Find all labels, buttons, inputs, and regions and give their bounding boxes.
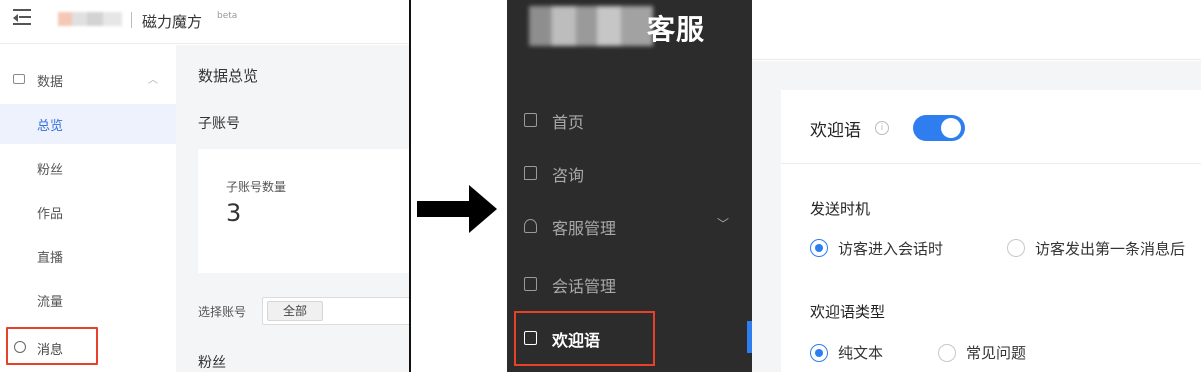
- nav-group-data[interactable]: 数据 ︿: [0, 61, 176, 101]
- send-timing-label: 发送时机: [810, 200, 871, 218]
- welcome-settings-card: 欢迎语 i 发送时机 访客进入会话时 访客发出第一条消息后 欢迎语类型 纯文本 …: [781, 90, 1201, 372]
- account-select-label: 选择账号: [198, 305, 247, 319]
- transition-arrow: [411, 0, 507, 372]
- welcome-type-label: 欢迎语类型: [810, 303, 886, 321]
- sub-account-count-value: 3: [226, 199, 242, 227]
- toggle-knob: [941, 118, 961, 138]
- right-arrow-icon: [417, 185, 497, 233]
- chevron-down-icon: ﹀: [717, 217, 730, 231]
- sidebar-item-agent-management[interactable]: 客服管理 ﹀: [507, 206, 752, 246]
- info-icon[interactable]: i: [875, 121, 889, 135]
- home-icon: [524, 113, 537, 127]
- page-title: 数据总览: [198, 67, 259, 85]
- brand-name: 磁力魔方: [142, 13, 203, 31]
- sidebar-item-consult[interactable]: 咨询: [507, 153, 752, 193]
- sidebar-item-traffic[interactable]: 流量: [0, 280, 176, 320]
- monitor-icon: [13, 74, 25, 84]
- agents-icon: [524, 219, 537, 233]
- welcome-title: 欢迎语: [810, 121, 861, 141]
- nav-group-label: 数据: [37, 75, 64, 90]
- logo-divider: [131, 12, 132, 28]
- left-header: 磁力魔方 beta: [0, 0, 409, 44]
- left-main-content: 数据总览 子账号 子账号数量 3 选择账号 全部 粉丝: [176, 45, 409, 372]
- radio-label-plain-text[interactable]: 纯文本: [838, 342, 883, 363]
- chevron-up-icon: ︿: [148, 75, 158, 86]
- sub-account-heading: 子账号: [198, 116, 240, 132]
- radio-on-first-message[interactable]: [1007, 239, 1025, 257]
- sidebar-item-works[interactable]: 作品: [0, 192, 176, 232]
- sidebar-item-live[interactable]: 直播: [0, 236, 176, 276]
- fans-heading: 粉丝: [198, 355, 226, 371]
- sub-account-count-label: 子账号数量: [226, 180, 287, 194]
- highlight-box-welcome: [514, 311, 655, 366]
- chat-icon: [524, 166, 537, 180]
- sidebar-item-session-management[interactable]: 会话管理: [507, 264, 752, 304]
- sidebar-item-fans[interactable]: 粉丝: [0, 148, 176, 188]
- sidebar-item-home[interactable]: 首页: [507, 100, 752, 140]
- radio-faq[interactable]: [938, 344, 956, 362]
- radio-label-on-first-message[interactable]: 访客发出第一条消息后: [1035, 238, 1185, 259]
- radio-label-on-enter[interactable]: 访客进入会话时: [838, 238, 943, 259]
- right-main-content: 欢迎语 i 发送时机 访客进入会话时 访客发出第一条消息后 欢迎语类型 纯文本 …: [752, 61, 1201, 372]
- welcome-card-header: 欢迎语 i: [781, 90, 1201, 164]
- radio-on-enter[interactable]: [810, 239, 828, 257]
- beta-tag: beta: [217, 11, 238, 21]
- radio-plain-text[interactable]: [810, 344, 828, 362]
- sessions-icon: [524, 277, 537, 291]
- highlight-box-messages: [6, 327, 98, 365]
- radio-label-faq[interactable]: 常见问题: [966, 342, 1026, 363]
- menu-collapse-icon[interactable]: [13, 9, 35, 27]
- left-sidebar: 数据 ︿ 总览 粉丝 作品 直播 流量 消息: [0, 45, 176, 372]
- app-title: 客服: [647, 13, 706, 46]
- welcome-enable-toggle[interactable]: [913, 115, 965, 141]
- blurred-logo: [529, 6, 653, 46]
- left-screenshot: 磁力魔方 beta 数据 ︿ 总览 粉丝 作品 直播 流量 消息 数据总览 子账…: [0, 0, 409, 372]
- sidebar-item-overview[interactable]: 总览: [0, 104, 176, 144]
- account-select-value[interactable]: 全部: [267, 301, 323, 321]
- right-topbar: [752, 0, 1201, 60]
- sub-account-card: 子账号数量 3: [198, 149, 409, 273]
- account-select[interactable]: 全部: [262, 297, 409, 325]
- blurred-logo: [58, 12, 122, 26]
